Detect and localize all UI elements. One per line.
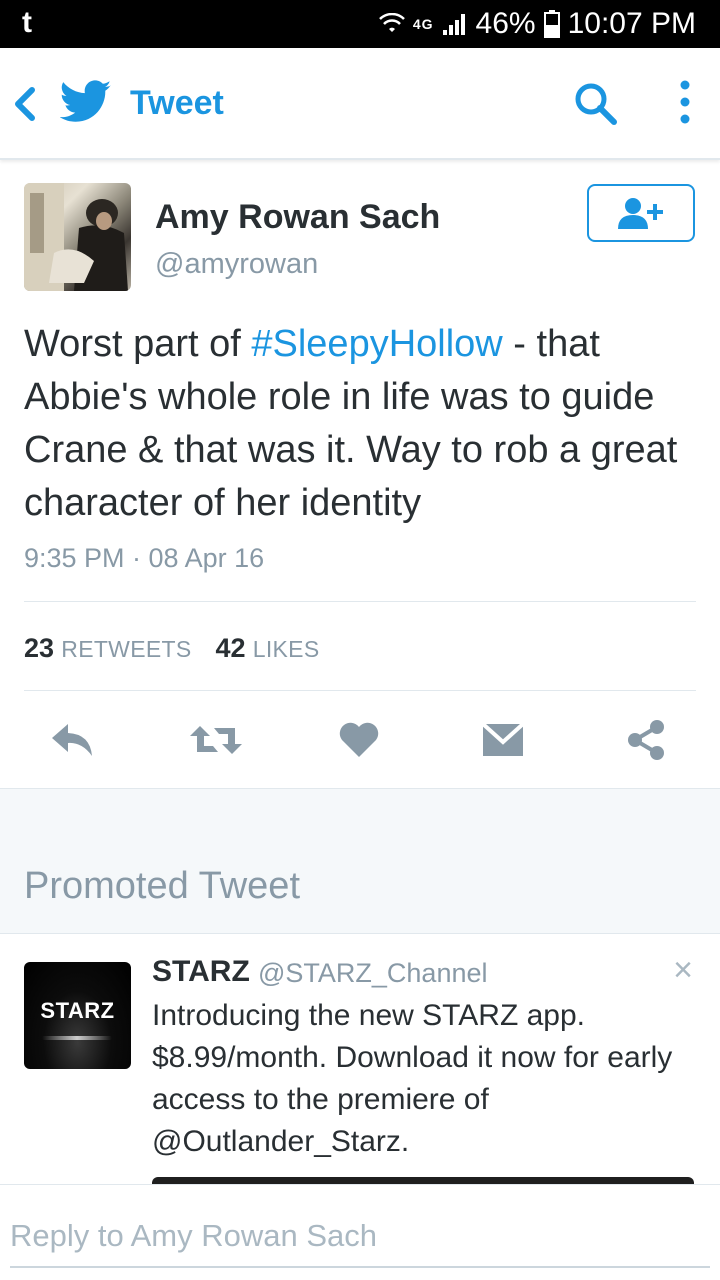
direct-message-button[interactable] xyxy=(475,712,531,768)
starz-avatar[interactable]: STARZ xyxy=(24,962,131,1069)
share-icon xyxy=(628,720,664,760)
reply-icon xyxy=(52,724,92,756)
tweet-text-start: Worst part of xyxy=(24,323,252,365)
promoted-tweet-text: Introducing the new STARZ app. $8.99/mon… xyxy=(152,999,673,1158)
tweet-text: Worst part of #SleepyHollow - that Abbie… xyxy=(24,318,708,530)
avatar-photo xyxy=(24,183,128,291)
tumblr-notification-icon: t xyxy=(22,6,32,39)
back-icon[interactable] xyxy=(10,84,40,124)
share-button[interactable] xyxy=(618,712,674,768)
status-bar: t 4G 46% 10:07 PM xyxy=(0,0,720,48)
like-count: 42 xyxy=(215,633,246,663)
like-label: LIKES xyxy=(252,636,320,662)
reply-input[interactable] xyxy=(10,1212,708,1260)
reply-button[interactable] xyxy=(44,712,100,768)
hashtag-link[interactable]: #SleepyHollow xyxy=(251,323,502,365)
retweets-stat[interactable]: 23 RETWEETS xyxy=(24,633,191,664)
promoted-heading: Promoted Tweet xyxy=(24,865,301,907)
page-title: Tweet xyxy=(130,84,224,122)
search-icon[interactable] xyxy=(572,80,620,128)
like-button[interactable] xyxy=(331,712,387,768)
twitter-bird-icon xyxy=(60,80,112,122)
status-indicators: 4G 46% 10:07 PM xyxy=(378,0,696,48)
dm-icon xyxy=(481,722,525,756)
app-bar: Tweet xyxy=(0,48,720,160)
starz-logo-glow xyxy=(42,1036,112,1040)
retweet-count: 23 xyxy=(24,633,55,663)
tweet-timestamp: 9:35 PM · 08 Apr 16 xyxy=(24,543,265,573)
dismiss-icon[interactable]: × xyxy=(666,952,700,988)
reply-underline xyxy=(10,1266,710,1268)
retweet-icon xyxy=(190,726,242,754)
retweet-button[interactable] xyxy=(188,712,244,768)
avatar[interactable] xyxy=(24,183,131,291)
tweet-stats: 23 RETWEETS 42 LIKES xyxy=(24,633,319,664)
promoted-author-name[interactable]: STARZ xyxy=(152,955,250,989)
likes-stat[interactable]: 42 LIKES xyxy=(215,633,319,664)
retweet-label: RETWEETS xyxy=(61,636,192,662)
signal-icon xyxy=(442,14,465,35)
more-vert-icon[interactable] xyxy=(668,78,702,128)
network-type-label: 4G xyxy=(412,16,434,32)
clock: 10:07 PM xyxy=(567,7,696,40)
starz-logo-text: STARZ xyxy=(40,998,115,1023)
battery-icon xyxy=(543,10,560,38)
heart-icon xyxy=(339,722,379,757)
author-handle[interactable]: @amyrowan xyxy=(155,248,318,281)
promoted-section-header xyxy=(0,788,720,934)
wifi-icon xyxy=(378,13,405,32)
promoted-author-handle[interactable]: @STARZ_Channel xyxy=(258,958,488,989)
author-name[interactable]: Amy Rowan Sach xyxy=(155,198,440,237)
tweet-actions xyxy=(0,712,720,768)
divider xyxy=(24,601,696,602)
follow-button[interactable] xyxy=(587,184,695,242)
add-user-icon xyxy=(618,198,663,229)
battery-percent: 46% xyxy=(475,7,536,40)
divider xyxy=(24,690,696,691)
